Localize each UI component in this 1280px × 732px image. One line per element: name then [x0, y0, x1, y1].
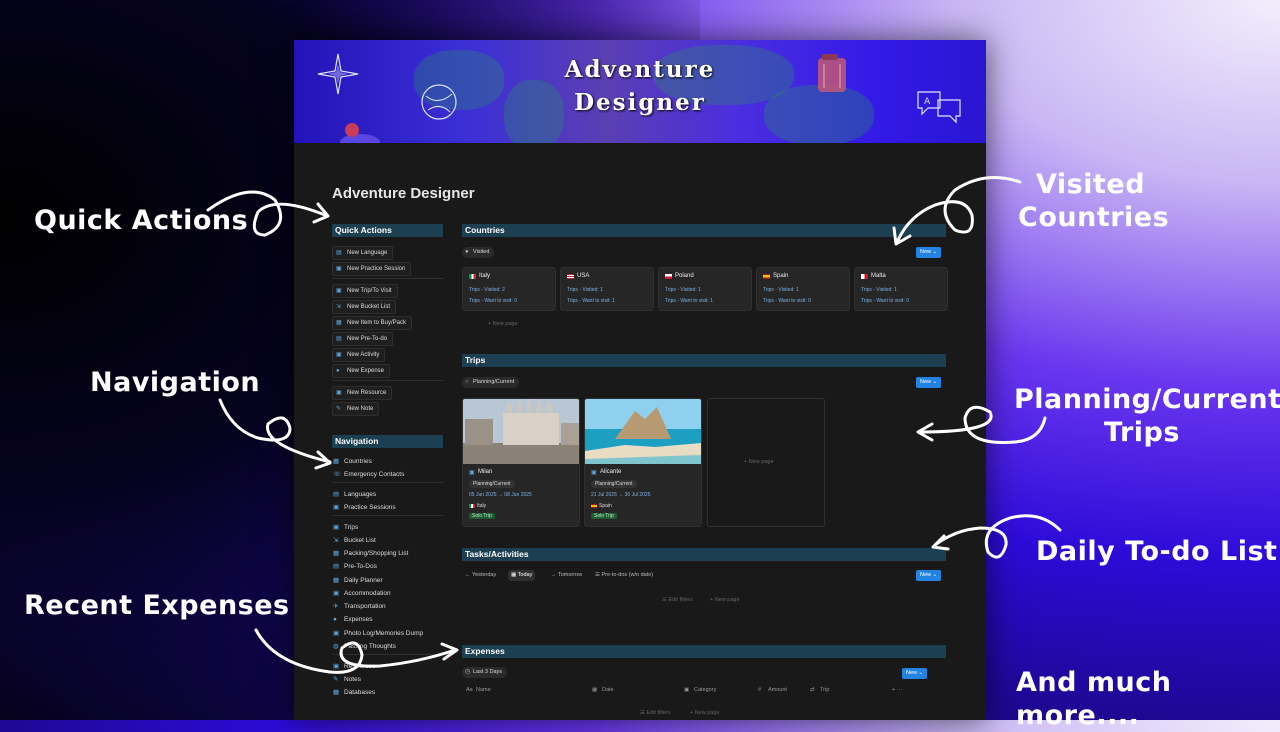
- arrow-daily-todo: [933, 514, 1062, 559]
- arrow-quick-actions: [206, 190, 327, 237]
- arrow-recent-expenses: [254, 628, 457, 674]
- arrow-planning: [918, 405, 1047, 444]
- arrow-navigation: [218, 398, 332, 464]
- annotation-arrows: [206, 176, 1062, 674]
- arrow-visited: [896, 176, 1022, 242]
